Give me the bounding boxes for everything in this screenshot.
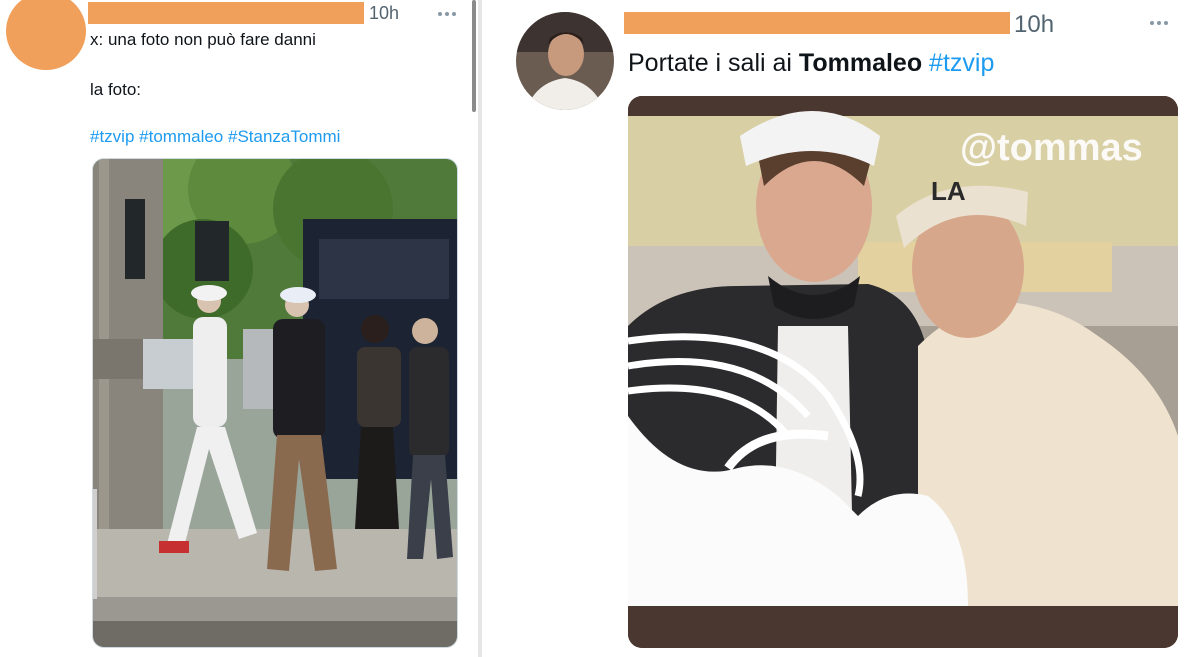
- tweet-text-prefix: Portate i sali ai: [628, 49, 799, 77]
- tweet-text-bold: Tommaleo: [798, 49, 923, 77]
- scrollbar[interactable]: [472, 0, 476, 112]
- left-tweet: 10h x: una foto non può fare danni la fo…: [0, 0, 478, 657]
- tweet-time[interactable]: 10h: [369, 3, 399, 24]
- street-photo: [93, 159, 457, 647]
- tweet-text-line-1: x: una foto non può fare danni: [90, 30, 316, 49]
- hashtag-link[interactable]: #StanzaTommi: [228, 127, 340, 146]
- hashtag-link[interactable]: #tzvip: [929, 49, 994, 77]
- tweet-text: Portate i sali ai Tommaleo #tzvip: [628, 49, 994, 78]
- watermark-text: @tommas: [960, 127, 1143, 169]
- avatar-photo: [516, 12, 614, 110]
- avatar[interactable]: [516, 12, 614, 110]
- svg-text:LA: LA: [931, 176, 966, 206]
- hashtag-link[interactable]: #tommaleo: [139, 127, 223, 146]
- tweet-text-line-2: la foto:: [90, 80, 142, 99]
- redacted-avatar[interactable]: [6, 0, 86, 70]
- more-horizontal-icon[interactable]: [1150, 21, 1168, 25]
- hashtag-list: #tzvip #tommaleo #StanzaTommi: [90, 127, 340, 147]
- selfie-photo: LA @tommas: [628, 96, 1178, 648]
- tweet-photo[interactable]: [92, 158, 458, 648]
- more-horizontal-icon[interactable]: [438, 12, 456, 16]
- hashtag-link[interactable]: #tzvip: [90, 127, 134, 146]
- redacted-username[interactable]: [624, 12, 1010, 34]
- redacted-username[interactable]: [88, 2, 364, 24]
- tweet-time[interactable]: 10h: [1014, 11, 1054, 39]
- tweet-photo[interactable]: LA @tommas: [628, 96, 1178, 648]
